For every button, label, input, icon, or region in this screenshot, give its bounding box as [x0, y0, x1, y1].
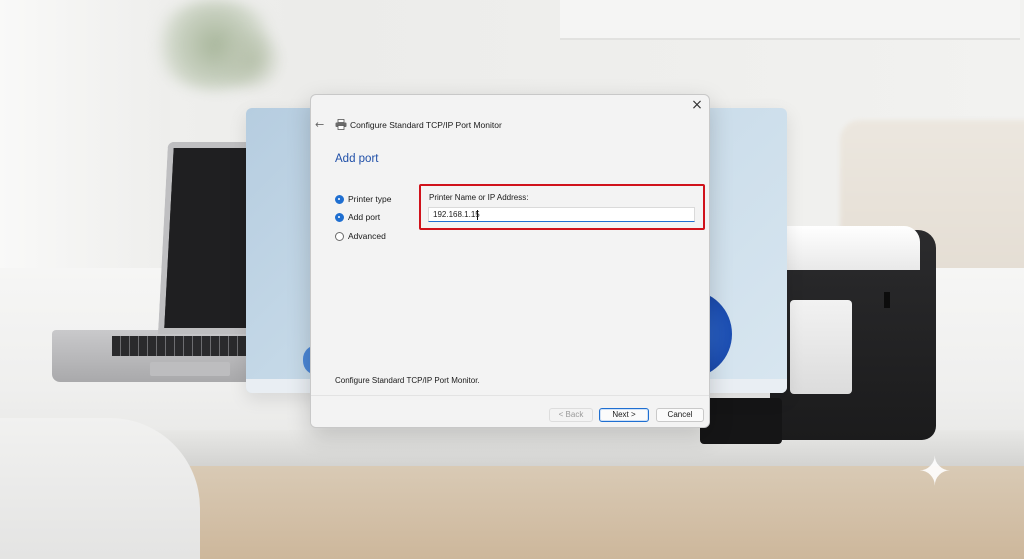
- dialog-title: Configure Standard TCP/IP Port Monitor: [350, 120, 502, 130]
- printer-front-panel: [790, 300, 852, 394]
- background-picture-frame: [560, 0, 1020, 40]
- next-button[interactable]: Next >: [599, 408, 649, 422]
- printer-slot: [884, 292, 890, 308]
- cancel-button[interactable]: Cancel: [656, 408, 704, 422]
- step-add-port-radio-icon[interactable]: [335, 212, 344, 222]
- button-bar: [311, 395, 709, 427]
- footer-description: Configure Standard TCP/IP Port Monitor.: [335, 376, 480, 385]
- back-arrow-icon[interactable]: ←: [315, 119, 327, 131]
- step-advanced-radio-icon[interactable]: [335, 231, 344, 241]
- step-label: Advanced: [348, 231, 386, 241]
- printer-icon: [335, 119, 347, 130]
- step-add-port[interactable]: Add port: [335, 211, 405, 223]
- background-plant-leaves: [215, 30, 285, 90]
- highlight-annotation-box: [419, 184, 705, 230]
- step-printer-type-radio-icon[interactable]: [335, 194, 344, 204]
- step-printer-type[interactable]: Printer type: [335, 193, 405, 205]
- step-advanced[interactable]: Advanced: [335, 230, 405, 242]
- step-label: Add port: [348, 212, 381, 222]
- laptop-trackpad: [150, 362, 230, 376]
- page-heading: Add port: [335, 153, 379, 165]
- sparkle-icon: ✦: [918, 449, 952, 495]
- printer-top-cover: [770, 226, 920, 270]
- printer-output-tray: [700, 398, 782, 444]
- close-icon[interactable]: ×: [689, 97, 705, 113]
- configure-port-dialog: × ← Configure Standard TCP/IP Port Monit…: [310, 94, 710, 428]
- back-button[interactable]: < Back: [549, 408, 593, 422]
- laptop-keyboard: [112, 336, 252, 356]
- background-window-light: [0, 0, 170, 270]
- step-label: Printer type: [348, 194, 392, 204]
